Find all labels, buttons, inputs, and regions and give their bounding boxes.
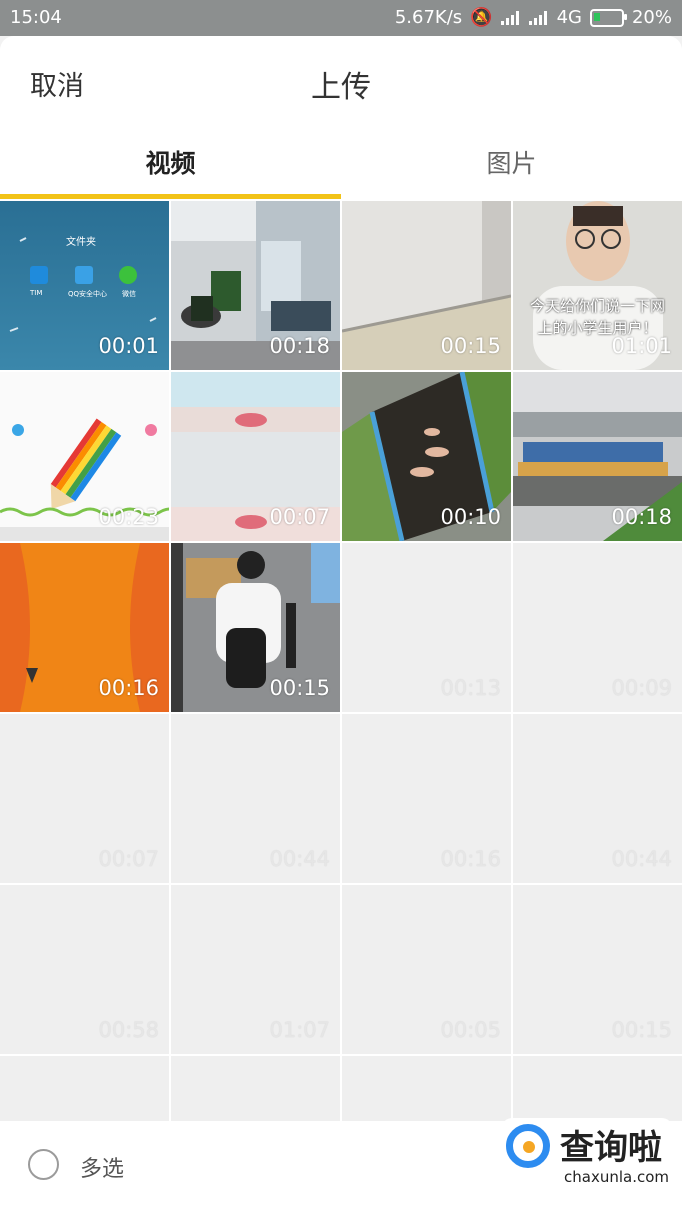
video-grid: 文件夹 TIM QQ安全中心 微信 00:01 00:18 00:15 今天给你…: [0, 201, 682, 1121]
video-duration: 00:01: [98, 334, 159, 358]
video-thumbnail[interactable]: 00:15: [171, 543, 340, 712]
magnifier-logo-icon: [506, 1124, 550, 1168]
video-thumbnail[interactable]: 00:15: [513, 885, 682, 1054]
folder-label: 文件夹: [66, 237, 96, 248]
video-thumbnail[interactable]: 00:16: [342, 714, 511, 883]
video-thumbnail[interactable]: 00:10: [342, 372, 511, 541]
video-thumbnail[interactable]: 00:18: [171, 201, 340, 370]
video-thumbnail[interactable]: 00:07: [0, 714, 169, 883]
video-thumbnail[interactable]: 文件夹 TIM QQ安全中心 微信 00:01: [0, 201, 169, 370]
tab-video[interactable]: 视频: [0, 144, 341, 180]
video-thumbnail[interactable]: 00:18: [513, 372, 682, 541]
caption-line: 今天给你们说一下网: [529, 297, 665, 315]
video-thumbnail[interactable]: 00:07: [171, 372, 340, 541]
watermark-logo: 查询啦 chaxunla.com: [502, 1118, 672, 1196]
video-duration: 00:10: [440, 505, 501, 529]
video-duration: 00:44: [269, 847, 330, 871]
video-duration: 00:13: [440, 676, 501, 700]
video-duration: 00:18: [269, 334, 330, 358]
video-duration: 00:07: [269, 505, 330, 529]
mute-icon: 🔕: [470, 7, 493, 28]
video-thumbnail[interactable]: 00:09: [513, 543, 682, 712]
video-thumbnail[interactable]: 00:16: [0, 543, 169, 712]
app-label: QQ安全中心: [68, 290, 108, 298]
watermark-url: chaxunla.com: [564, 1168, 669, 1186]
tab-images[interactable]: 图片: [341, 144, 682, 180]
video-caption: 今天给你们说一下网 上的小学生用户！: [517, 295, 678, 339]
video-duration: 00:09: [611, 676, 672, 700]
video-thumbnail[interactable]: 00:58: [0, 885, 169, 1054]
video-thumbnail[interactable]: 01:07: [171, 885, 340, 1054]
status-icons: 5.67K/s 🔕 4G 20%: [395, 7, 672, 28]
network-speed: 5.67K/s: [394, 7, 463, 28]
tab-bar: 视频 图片: [0, 136, 682, 200]
battery-icon: [589, 8, 627, 27]
header: 取消 上传: [0, 36, 682, 124]
video-duration: 00:15: [611, 1018, 672, 1042]
video-thumbnail[interactable]: [513, 1056, 682, 1121]
video-duration: 00:07: [98, 847, 159, 871]
multi-select-label[interactable]: 多选: [80, 1151, 124, 1183]
video-duration: 00:16: [98, 676, 159, 700]
page-title: 上传: [311, 70, 371, 105]
video-duration: 00:15: [440, 334, 501, 358]
video-thumbnail[interactable]: [0, 1056, 169, 1121]
multi-select-radio[interactable]: [28, 1149, 59, 1180]
video-thumbnail[interactable]: 00:15: [342, 201, 511, 370]
video-thumbnail[interactable]: 00:05: [342, 885, 511, 1054]
video-thumbnail[interactable]: [342, 1056, 511, 1121]
status-bar: 15:04 5.67K/s 🔕 4G 20%: [0, 0, 682, 36]
status-time: 15:04: [10, 7, 62, 28]
video-thumbnail[interactable]: 00:23: [0, 372, 169, 541]
network-type: 4G: [556, 7, 582, 28]
signal-icon: [500, 10, 521, 25]
video-duration: 00:58: [98, 1018, 159, 1042]
signal-icon: [528, 10, 549, 25]
upload-sheet: 取消 上传 视频 图片 文件夹 TIM QQ安全中心 微信 00:01 00:1…: [0, 36, 682, 1212]
video-duration: 00:05: [440, 1018, 501, 1042]
active-tab-indicator: [0, 194, 341, 199]
video-thumbnail[interactable]: 今天给你们说一下网 上的小学生用户！ 01:01: [513, 201, 682, 370]
battery-level: 20%: [631, 7, 672, 28]
video-duration: 00:18: [611, 505, 672, 529]
video-thumbnail[interactable]: [171, 1056, 340, 1121]
video-thumbnail[interactable]: 00:44: [513, 714, 682, 883]
video-duration: 00:44: [611, 847, 672, 871]
app-label: 微信: [122, 290, 136, 298]
video-duration: 00:23: [98, 505, 159, 529]
video-duration: 01:01: [611, 334, 672, 358]
app-label: TIM: [30, 289, 43, 297]
video-duration: 01:07: [269, 1018, 330, 1042]
video-thumbnail[interactable]: 00:44: [171, 714, 340, 883]
watermark-text: 查询啦: [560, 1128, 662, 1168]
video-duration: 00:15: [269, 676, 330, 700]
video-duration: 00:16: [440, 847, 501, 871]
video-thumbnail[interactable]: 00:13: [342, 543, 511, 712]
